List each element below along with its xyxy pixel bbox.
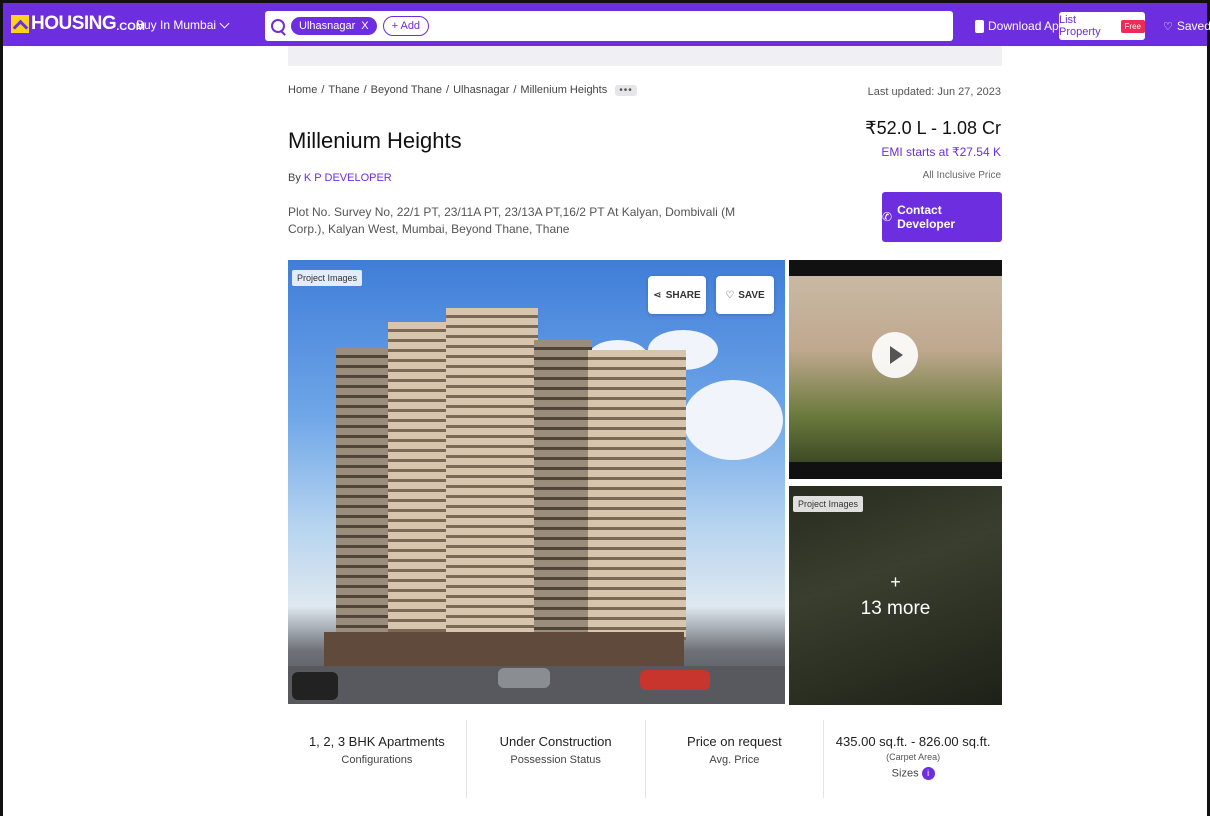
more-plus-icon: + bbox=[890, 572, 901, 592]
download-app-label: Download App bbox=[988, 19, 1066, 33]
breadcrumb-thane[interactable]: Thane bbox=[328, 84, 359, 96]
stat-value: Under Construction bbox=[499, 734, 612, 749]
location-chip-label: Ulhasnagar bbox=[299, 20, 356, 32]
share-button[interactable]: ⋖ SHARE bbox=[648, 276, 706, 314]
people-shape bbox=[292, 672, 338, 700]
car-shape bbox=[498, 668, 550, 688]
search-icon[interactable] bbox=[271, 19, 285, 33]
project-stats-row: 1, 2, 3 BHK Apartments Configurations Un… bbox=[288, 720, 1002, 798]
frame-border-left bbox=[0, 46, 3, 816]
saved-button[interactable]: ♡ Saved bbox=[1163, 19, 1210, 33]
city-select-label: Buy In Mumbai bbox=[136, 18, 217, 32]
stat-label: Configurations bbox=[341, 754, 413, 766]
emi-link[interactable]: EMI starts at ₹27.54 K bbox=[881, 145, 1001, 159]
logo-house-icon bbox=[11, 15, 29, 33]
stat-value: 435.00 sq.ft. - 826.00 sq.ft. bbox=[835, 734, 991, 749]
saved-label: Saved bbox=[1176, 19, 1210, 33]
breadcrumb-home[interactable]: Home bbox=[288, 84, 317, 96]
by-prefix: By bbox=[288, 172, 301, 184]
building-tower bbox=[336, 348, 396, 648]
list-property-label: List Property bbox=[1059, 14, 1101, 38]
main-project-image[interactable]: Project Images ⋖ SHARE ♡ SAVE bbox=[288, 260, 785, 704]
logo-text: HOUSING bbox=[31, 13, 117, 34]
location-chip[interactable]: Ulhasnagar X bbox=[291, 17, 377, 35]
more-images-count[interactable]: 13 more bbox=[789, 598, 1002, 620]
breadcrumb-current: Millenium Heights bbox=[520, 84, 608, 96]
heart-icon: ♡ bbox=[725, 289, 735, 301]
city-select-dropdown[interactable]: Buy In Mumbai bbox=[136, 18, 230, 32]
inclusive-price-note: All Inclusive Price bbox=[922, 170, 1001, 181]
project-images-label: Project Images bbox=[793, 496, 864, 512]
more-images-thumbnail[interactable]: Project Images + 13 more bbox=[789, 486, 1002, 705]
play-icon[interactable] bbox=[872, 332, 918, 378]
breadcrumb-ulhasnagar[interactable]: Ulhasnagar bbox=[453, 84, 509, 96]
project-images-label: Project Images bbox=[292, 270, 363, 286]
building-tower bbox=[446, 308, 538, 638]
top-gray-strip bbox=[288, 46, 1002, 66]
download-app-button[interactable]: Download App bbox=[975, 19, 1065, 33]
stat-avg-price: Price on request Avg. Price bbox=[646, 720, 825, 798]
chip-close-icon[interactable]: X bbox=[361, 20, 368, 32]
last-updated-text: Last updated: Jun 27, 2023 bbox=[867, 86, 1001, 98]
project-video-thumbnail[interactable] bbox=[789, 260, 1002, 479]
building-tower bbox=[588, 350, 686, 640]
chevron-down-icon bbox=[219, 18, 230, 28]
save-button[interactable]: ♡ SAVE bbox=[716, 276, 774, 314]
cloud-shape bbox=[683, 380, 783, 460]
add-location-button[interactable]: + Add bbox=[382, 16, 430, 36]
developer-line: By K P DEVELOPER bbox=[288, 172, 392, 184]
phone-icon bbox=[975, 19, 984, 33]
breadcrumb-beyond-thane[interactable]: Beyond Thane bbox=[371, 84, 442, 96]
contact-developer-label: Contact Developer bbox=[897, 203, 956, 231]
building-tower bbox=[388, 322, 450, 642]
top-navbar: HOUSING .COM Buy In Mumbai Ulhasnagar X … bbox=[0, 0, 1210, 46]
heart-icon: ♡ bbox=[1163, 20, 1173, 33]
stat-value: 1, 2, 3 BHK Apartments bbox=[308, 734, 445, 749]
stat-sub-label: (Carpet Area) bbox=[886, 752, 941, 762]
share-icon: ⋖ bbox=[653, 289, 662, 301]
stat-label-wrap: Sizes i bbox=[824, 767, 1002, 780]
car-shape bbox=[640, 670, 710, 690]
price-range: ₹52.0 L - 1.08 Cr bbox=[865, 118, 1001, 138]
save-label: SAVE bbox=[738, 289, 765, 301]
project-title: Millenium Heights bbox=[288, 128, 462, 153]
stat-value: Price on request bbox=[687, 734, 782, 749]
list-property-button[interactable]: List Property Free bbox=[1059, 12, 1145, 40]
stat-possession: Under Construction Possession Status bbox=[467, 720, 646, 798]
search-bar[interactable]: Ulhasnagar X + Add bbox=[265, 11, 953, 41]
developer-link[interactable]: K P DEVELOPER bbox=[304, 172, 392, 184]
stat-label: Avg. Price bbox=[709, 754, 760, 766]
housing-logo[interactable]: HOUSING .COM bbox=[11, 13, 145, 35]
stat-label: Sizes bbox=[891, 767, 919, 780]
share-label: SHARE bbox=[665, 289, 701, 301]
more-images-overlay bbox=[789, 486, 1002, 705]
info-icon[interactable]: i bbox=[921, 767, 935, 780]
stat-sizes: 435.00 sq.ft. - 826.00 sq.ft. (Carpet Ar… bbox=[824, 720, 1002, 798]
free-badge: Free bbox=[1120, 19, 1145, 33]
stat-configurations: 1, 2, 3 BHK Apartments Configurations bbox=[288, 720, 467, 798]
stat-label: Possession Status bbox=[510, 754, 601, 766]
call-icon: ✆ bbox=[882, 210, 893, 224]
breadcrumb: Home / Thane / Beyond Thane / Ulhasnagar / M… bbox=[288, 84, 637, 96]
project-address: Plot No. Survey No, 22/1 PT, 23/11A PT, … bbox=[288, 205, 736, 236]
contact-developer-button[interactable]: ✆ Contact Developer bbox=[882, 192, 1002, 242]
building-tower bbox=[534, 340, 592, 640]
breadcrumb-more-button[interactable]: ••• bbox=[615, 84, 637, 96]
